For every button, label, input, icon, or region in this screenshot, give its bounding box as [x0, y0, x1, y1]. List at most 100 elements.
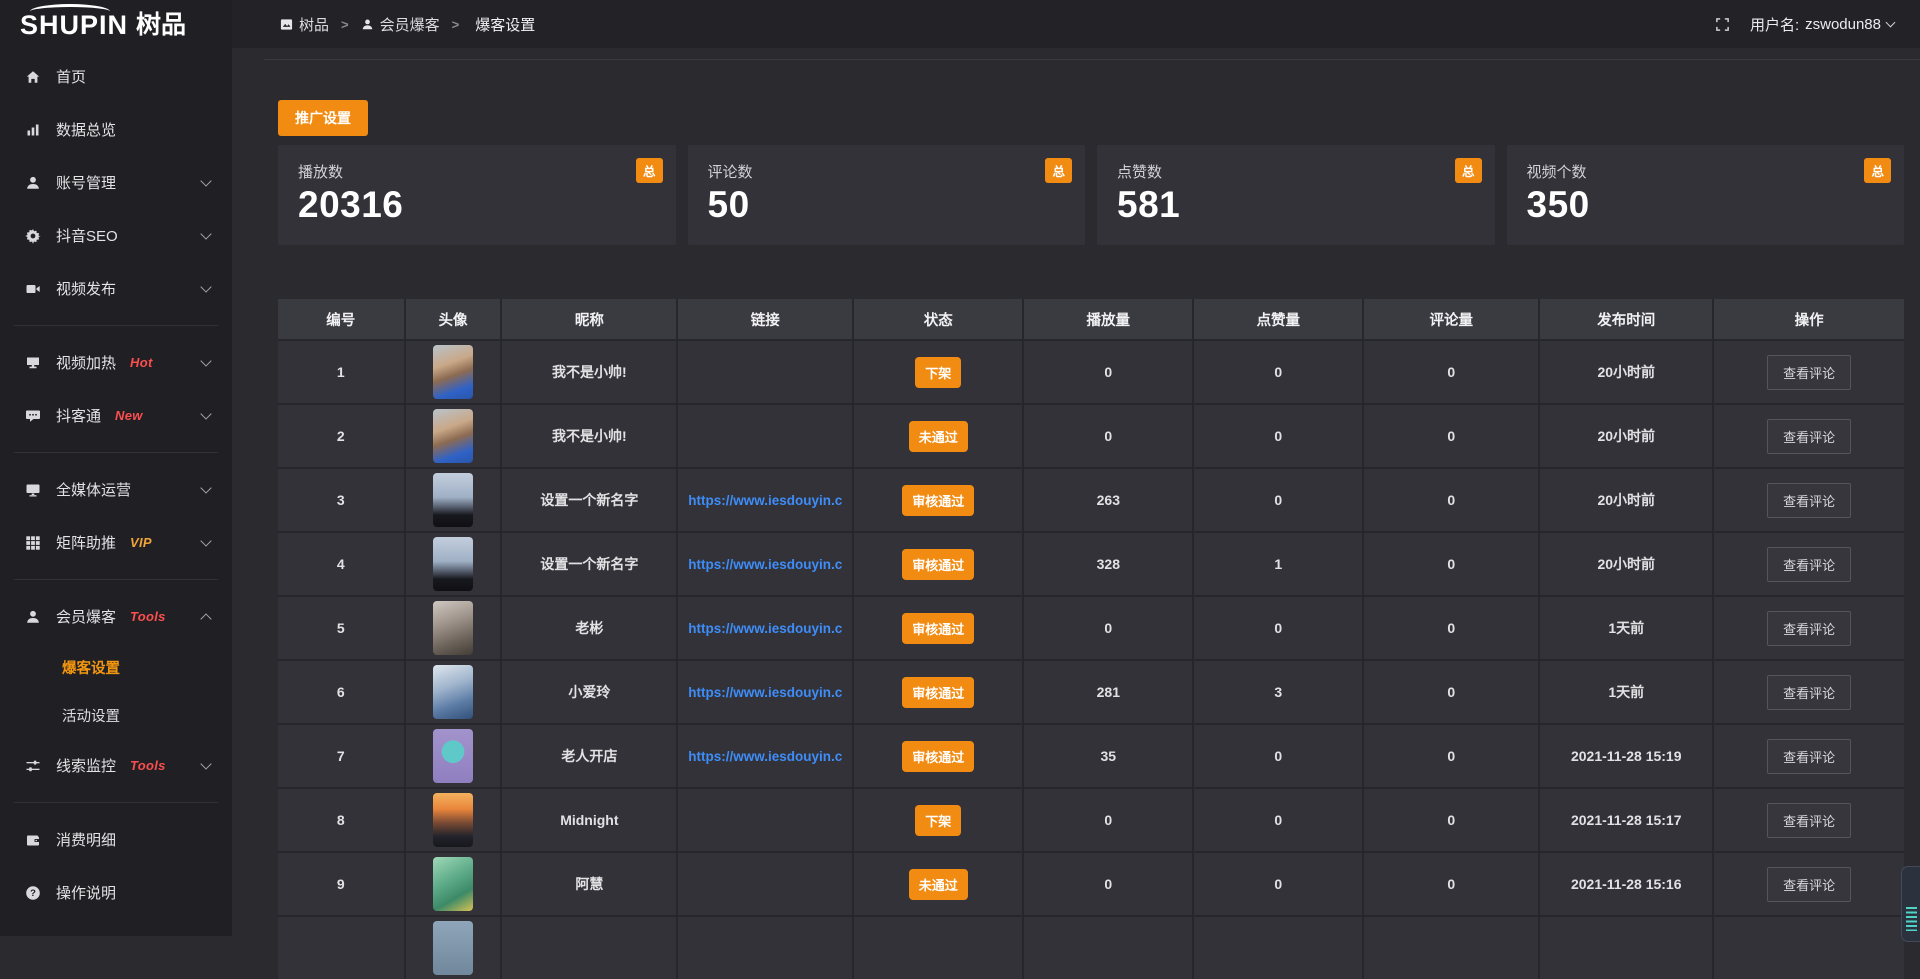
cell-link: https://www.iesdouyin.c [678, 725, 852, 787]
sidebar-item-operation-guide[interactable]: ?操作说明 [0, 866, 232, 919]
column-header: 链接 [678, 299, 852, 339]
user-menu[interactable]: 用户名: zswodun88 [1750, 14, 1894, 35]
sidebar-item-home[interactable]: 首页 [0, 50, 232, 103]
user-icon [24, 174, 41, 191]
avatar-cell [406, 917, 501, 979]
status-badge[interactable]: 审核通过 [902, 613, 974, 644]
tv-icon [24, 354, 41, 371]
divider [14, 452, 218, 453]
cell-actions: 查看评论 [1714, 725, 1904, 787]
sidebar-item-video-publish[interactable]: 视频发布 [0, 262, 232, 315]
video-link[interactable]: https://www.iesdouyin.c [688, 557, 842, 572]
video-link[interactable]: https://www.iesdouyin.c [688, 621, 842, 636]
cell-likes: 0 [1194, 853, 1362, 915]
divider [14, 325, 218, 326]
sidebar-item-badge: Hot [130, 355, 153, 370]
chat-icon [24, 407, 41, 424]
sidebar-item-data-overview[interactable]: 数据总览 [0, 103, 232, 156]
chevron-down-icon [200, 482, 211, 493]
sidebar-item-label: 数据总览 [56, 119, 116, 140]
cell-likes: 0 [1194, 597, 1362, 659]
stat-value: 581 [1117, 185, 1475, 226]
divider [14, 579, 218, 580]
column-header: 头像 [406, 299, 501, 339]
cell-actions: 查看评论 [1714, 661, 1904, 723]
cell-plays: 0 [1024, 341, 1192, 403]
stat-value: 350 [1527, 185, 1885, 226]
view-comments-button[interactable]: 查看评论 [1767, 355, 1851, 390]
view-comments-button[interactable]: 查看评论 [1767, 547, 1851, 582]
sidebar-item-douketong[interactable]: 抖客通New [0, 389, 232, 442]
sidebar-nav: 首页数据总览账号管理抖音SEO 视频发布视频加热Hot抖客通New 全媒体运营矩阵助… [0, 50, 232, 919]
view-comments-button[interactable]: 查看评论 [1767, 483, 1851, 518]
cell-id: 3 [278, 469, 404, 531]
sidebar-item-label: 视频发布 [56, 278, 116, 299]
video-link[interactable]: https://www.iesdouyin.c [688, 685, 842, 700]
sidebar-item-badge: VIP [130, 535, 152, 550]
status-badge[interactable]: 审核通过 [902, 485, 974, 516]
column-header: 播放量 [1024, 299, 1192, 339]
view-comments-button[interactable]: 查看评论 [1767, 675, 1851, 710]
chevron-down-icon [200, 408, 211, 419]
sidebar-item-douyin-seo[interactable]: 抖音SEO [0, 209, 232, 262]
sidebar-item-media-operation[interactable]: 全媒体运营 [0, 463, 232, 516]
chevron-down-icon [200, 758, 211, 769]
stat-label: 评论数 [708, 161, 1066, 182]
status-badge[interactable]: 下架 [915, 805, 961, 836]
cell-status: 审核通过 [854, 533, 1022, 595]
floating-widget[interactable] [1901, 866, 1920, 942]
video-link[interactable]: https://www.iesdouyin.c [688, 493, 842, 508]
cell-plays: 0 [1024, 405, 1192, 467]
column-header: 点赞量 [1194, 299, 1362, 339]
breadcrumb-item[interactable]: 树品 [280, 14, 329, 35]
sidebar-subitem-activity-settings[interactable]: 活动设置 [0, 691, 232, 739]
avatar [433, 793, 473, 847]
fullscreen-icon[interactable] [1715, 17, 1730, 32]
cell-status: 未通过 [854, 405, 1022, 467]
logo-text-cn: 树品 [136, 13, 186, 38]
status-badge[interactable]: 未通过 [909, 869, 968, 900]
breadcrumb-label: 爆客设置 [475, 14, 535, 35]
cell-plays: 263 [1024, 469, 1192, 531]
view-comments-button[interactable]: 查看评论 [1767, 867, 1851, 902]
sidebar-item-consume-detail[interactable]: 消费明细 [0, 813, 232, 866]
view-comments-button[interactable]: 查看评论 [1767, 803, 1851, 838]
cell-comments: 0 [1364, 853, 1538, 915]
cell-comments: 0 [1364, 661, 1538, 723]
promo-settings-button[interactable]: 推广设置 [278, 100, 368, 136]
sidebar-subitem-baoke-settings[interactable]: 爆客设置 [0, 643, 232, 691]
sidebar-item-account-manage[interactable]: 账号管理 [0, 156, 232, 209]
divider [14, 802, 218, 803]
cell-nickname: 设置一个新名字 [502, 533, 676, 595]
view-comments-button[interactable]: 查看评论 [1767, 739, 1851, 774]
sidebar-item-member-baoke[interactable]: 会员爆客Tools [0, 590, 232, 643]
cell-nickname: 我不是小帅! [502, 341, 676, 403]
total-badge: 总 [636, 158, 663, 183]
avatar-cell [406, 341, 501, 403]
avatar-cell [406, 661, 501, 723]
cell-nickname: 老人开店 [502, 725, 676, 787]
view-comments-button[interactable]: 查看评论 [1767, 611, 1851, 646]
cell-time [1540, 917, 1712, 979]
cell-plays: 35 [1024, 725, 1192, 787]
sidebar-item-clue-monitor[interactable]: 线索监控Tools [0, 739, 232, 792]
status-badge[interactable]: 未通过 [909, 421, 968, 452]
sidebar-item-matrix-boost[interactable]: 矩阵助推VIP [0, 516, 232, 569]
status-badge[interactable]: 下架 [915, 357, 961, 388]
cell-nickname: 小爱玲 [502, 661, 676, 723]
sidebar-item-video-heat[interactable]: 视频加热Hot [0, 336, 232, 389]
sidebar-item-label: 账号管理 [56, 172, 116, 193]
view-comments-button[interactable]: 查看评论 [1767, 419, 1851, 454]
stat-value: 50 [708, 185, 1066, 226]
status-badge[interactable]: 审核通过 [902, 549, 974, 580]
cell-likes: 0 [1194, 469, 1362, 531]
avatar-cell [406, 469, 501, 531]
status-badge[interactable]: 审核通过 [902, 677, 974, 708]
status-badge[interactable]: 审核通过 [902, 741, 974, 772]
breadcrumb-item[interactable]: 会员爆客 [361, 14, 440, 35]
logo-text: SHUPIN [20, 12, 128, 39]
cell-actions: 查看评论 [1714, 469, 1904, 531]
cell-plays: 281 [1024, 661, 1192, 723]
video-link[interactable]: https://www.iesdouyin.c [688, 749, 842, 764]
chevron-down-icon [200, 175, 211, 186]
